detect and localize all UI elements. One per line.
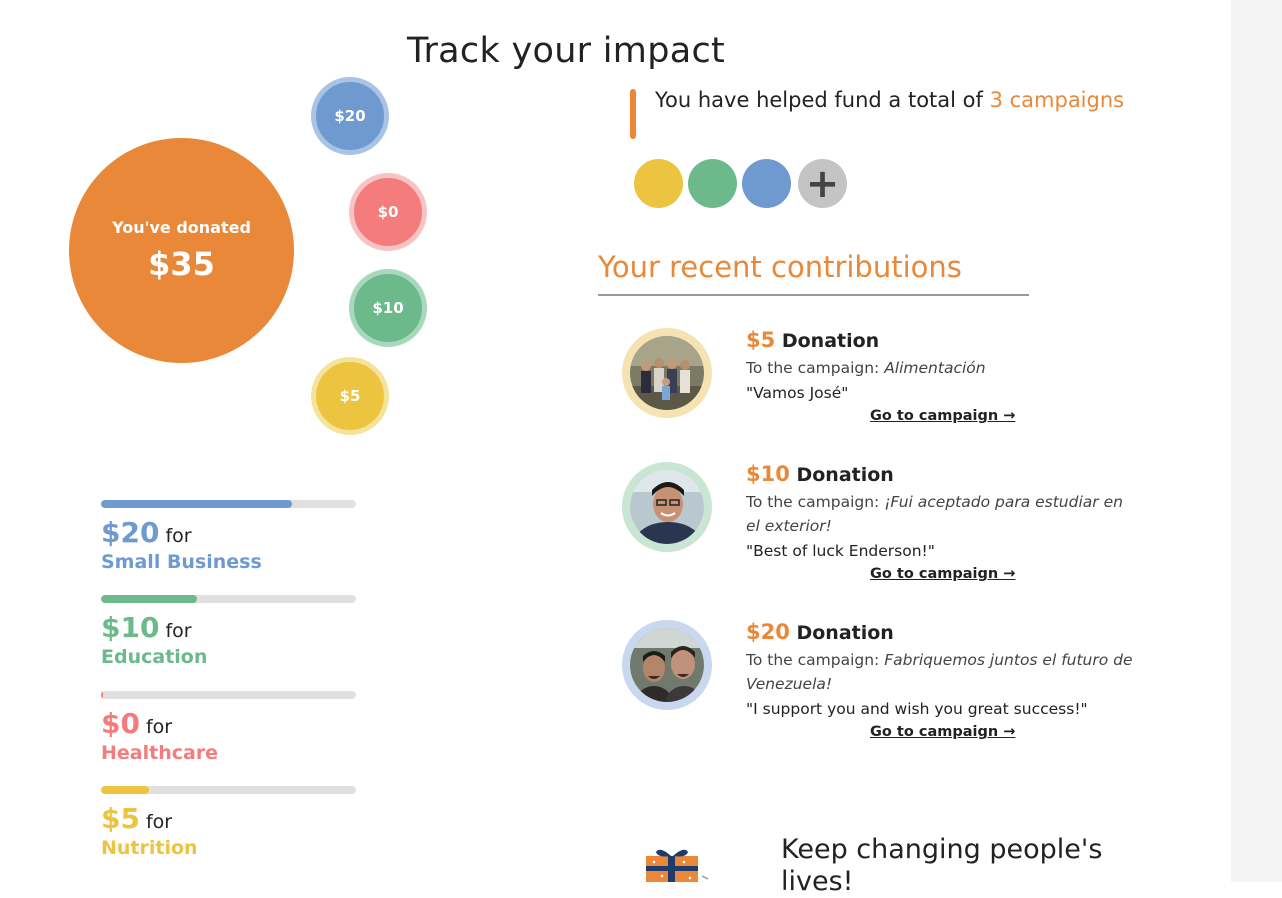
category-name: Education [101, 646, 208, 668]
add-campaign-button[interactable]: + [798, 159, 847, 208]
contribution-campaign: To the campaign: ¡Fui aceptado para estu… [746, 490, 1136, 538]
contribution-type: Donation [781, 330, 880, 352]
bubble-education: $10 [349, 269, 427, 347]
contribution-details: $5 Donation To the campaign: Alimentació… [746, 328, 1136, 424]
contribution-details: $10 Donation To the campaign: ¡Fui acept… [746, 462, 1136, 582]
impact-summary: You have helped fund a total of 3 campai… [655, 88, 1124, 112]
progress-track [101, 500, 356, 508]
campaign-dot-small-business[interactable] [742, 159, 791, 208]
category-amount: $10 [101, 611, 160, 644]
portrait-photo-image [630, 470, 704, 544]
category-name: Nutrition [101, 837, 198, 859]
recent-contributions-divider [598, 294, 1029, 296]
category-for: for [165, 525, 192, 547]
go-to-campaign-link[interactable]: Go to campaign → [870, 724, 1015, 740]
contribution-amount: $20 [746, 620, 790, 644]
campaign-avatar [622, 620, 712, 710]
progress-track [101, 786, 356, 794]
contribution-details: $20 Donation To the campaign: Fabriquemo… [746, 620, 1136, 740]
progress-track [101, 691, 356, 699]
impact-campaign-count: 3 campaigns [989, 88, 1125, 112]
category-for: for [145, 811, 173, 833]
category-small-business: $20 for Small Business [101, 500, 356, 573]
page-scrollbar[interactable] [1231, 0, 1282, 882]
contribution-message: "I support you and wish you great succes… [746, 700, 1088, 718]
category-for: for [165, 620, 192, 642]
total-donated-amount: $35 [148, 245, 215, 283]
total-donated-bubble: You've donated $35 [69, 138, 294, 363]
contribution-message: "Best of luck Enderson!" [746, 542, 935, 560]
impact-prefix: You have helped fund a total of [655, 88, 983, 112]
progress-track [101, 595, 356, 603]
campaign-prefix: To the campaign: [746, 651, 880, 669]
recent-contributions-title: Your recent contributions [598, 250, 962, 284]
category-healthcare: $0 for Healthcare [101, 691, 356, 764]
go-to-campaign-link[interactable]: Go to campaign → [870, 408, 1015, 424]
contribution-title: $10 Donation [746, 462, 1136, 486]
contribution-title: $20 Donation [746, 620, 1136, 644]
campaign-prefix: To the campaign: [746, 359, 880, 377]
group-photo-image [630, 336, 704, 410]
impact-accent-bar [630, 89, 636, 139]
progress-fill [101, 786, 150, 794]
category-name: Healthcare [101, 742, 219, 764]
gift-box-icon [646, 849, 709, 882]
category-amount: $5 [101, 802, 140, 835]
progress-fill [101, 500, 293, 508]
bubble-healthcare: $0 [349, 173, 427, 251]
contribution-amount: $10 [746, 462, 790, 486]
contribution-type: Donation [796, 464, 894, 486]
contribution-type: Donation [796, 622, 894, 644]
total-donated-label: You've donated [112, 218, 251, 237]
progress-fill [101, 691, 103, 699]
category-amount: $20 [101, 516, 160, 549]
campaign-dot-nutrition[interactable] [634, 159, 683, 208]
campaign-name: Alimentación [884, 359, 986, 377]
category-name: Small Business [101, 551, 262, 573]
contribution-amount: $5 [746, 328, 776, 352]
keep-changing-heading: Keep changing people's lives! [781, 834, 1103, 897]
category-education: $10 for Education [101, 595, 356, 668]
campaign-dot-education[interactable] [688, 159, 737, 208]
page-title: Track your impact [406, 31, 726, 72]
campaign-prefix: To the campaign: [746, 493, 880, 511]
contribution-title: $5 Donation [746, 328, 1136, 352]
progress-fill [101, 595, 197, 603]
bubble-nutrition: $5 [311, 357, 389, 435]
campaign-avatar [622, 328, 712, 418]
category-for: for [145, 716, 173, 738]
category-amount: $0 [101, 707, 140, 740]
contribution-campaign: To the campaign: Fabriquemos juntos el f… [746, 648, 1136, 696]
go-to-campaign-link[interactable]: Go to campaign → [870, 566, 1015, 582]
selfie-photo-image [630, 628, 704, 702]
campaign-avatar [622, 462, 712, 552]
contribution-message: "Vamos José" [746, 384, 849, 402]
bubble-small-business: $20 [311, 77, 389, 155]
category-nutrition: $5 for Nutrition [101, 786, 356, 859]
contribution-campaign: To the campaign: Alimentación [746, 356, 1136, 380]
